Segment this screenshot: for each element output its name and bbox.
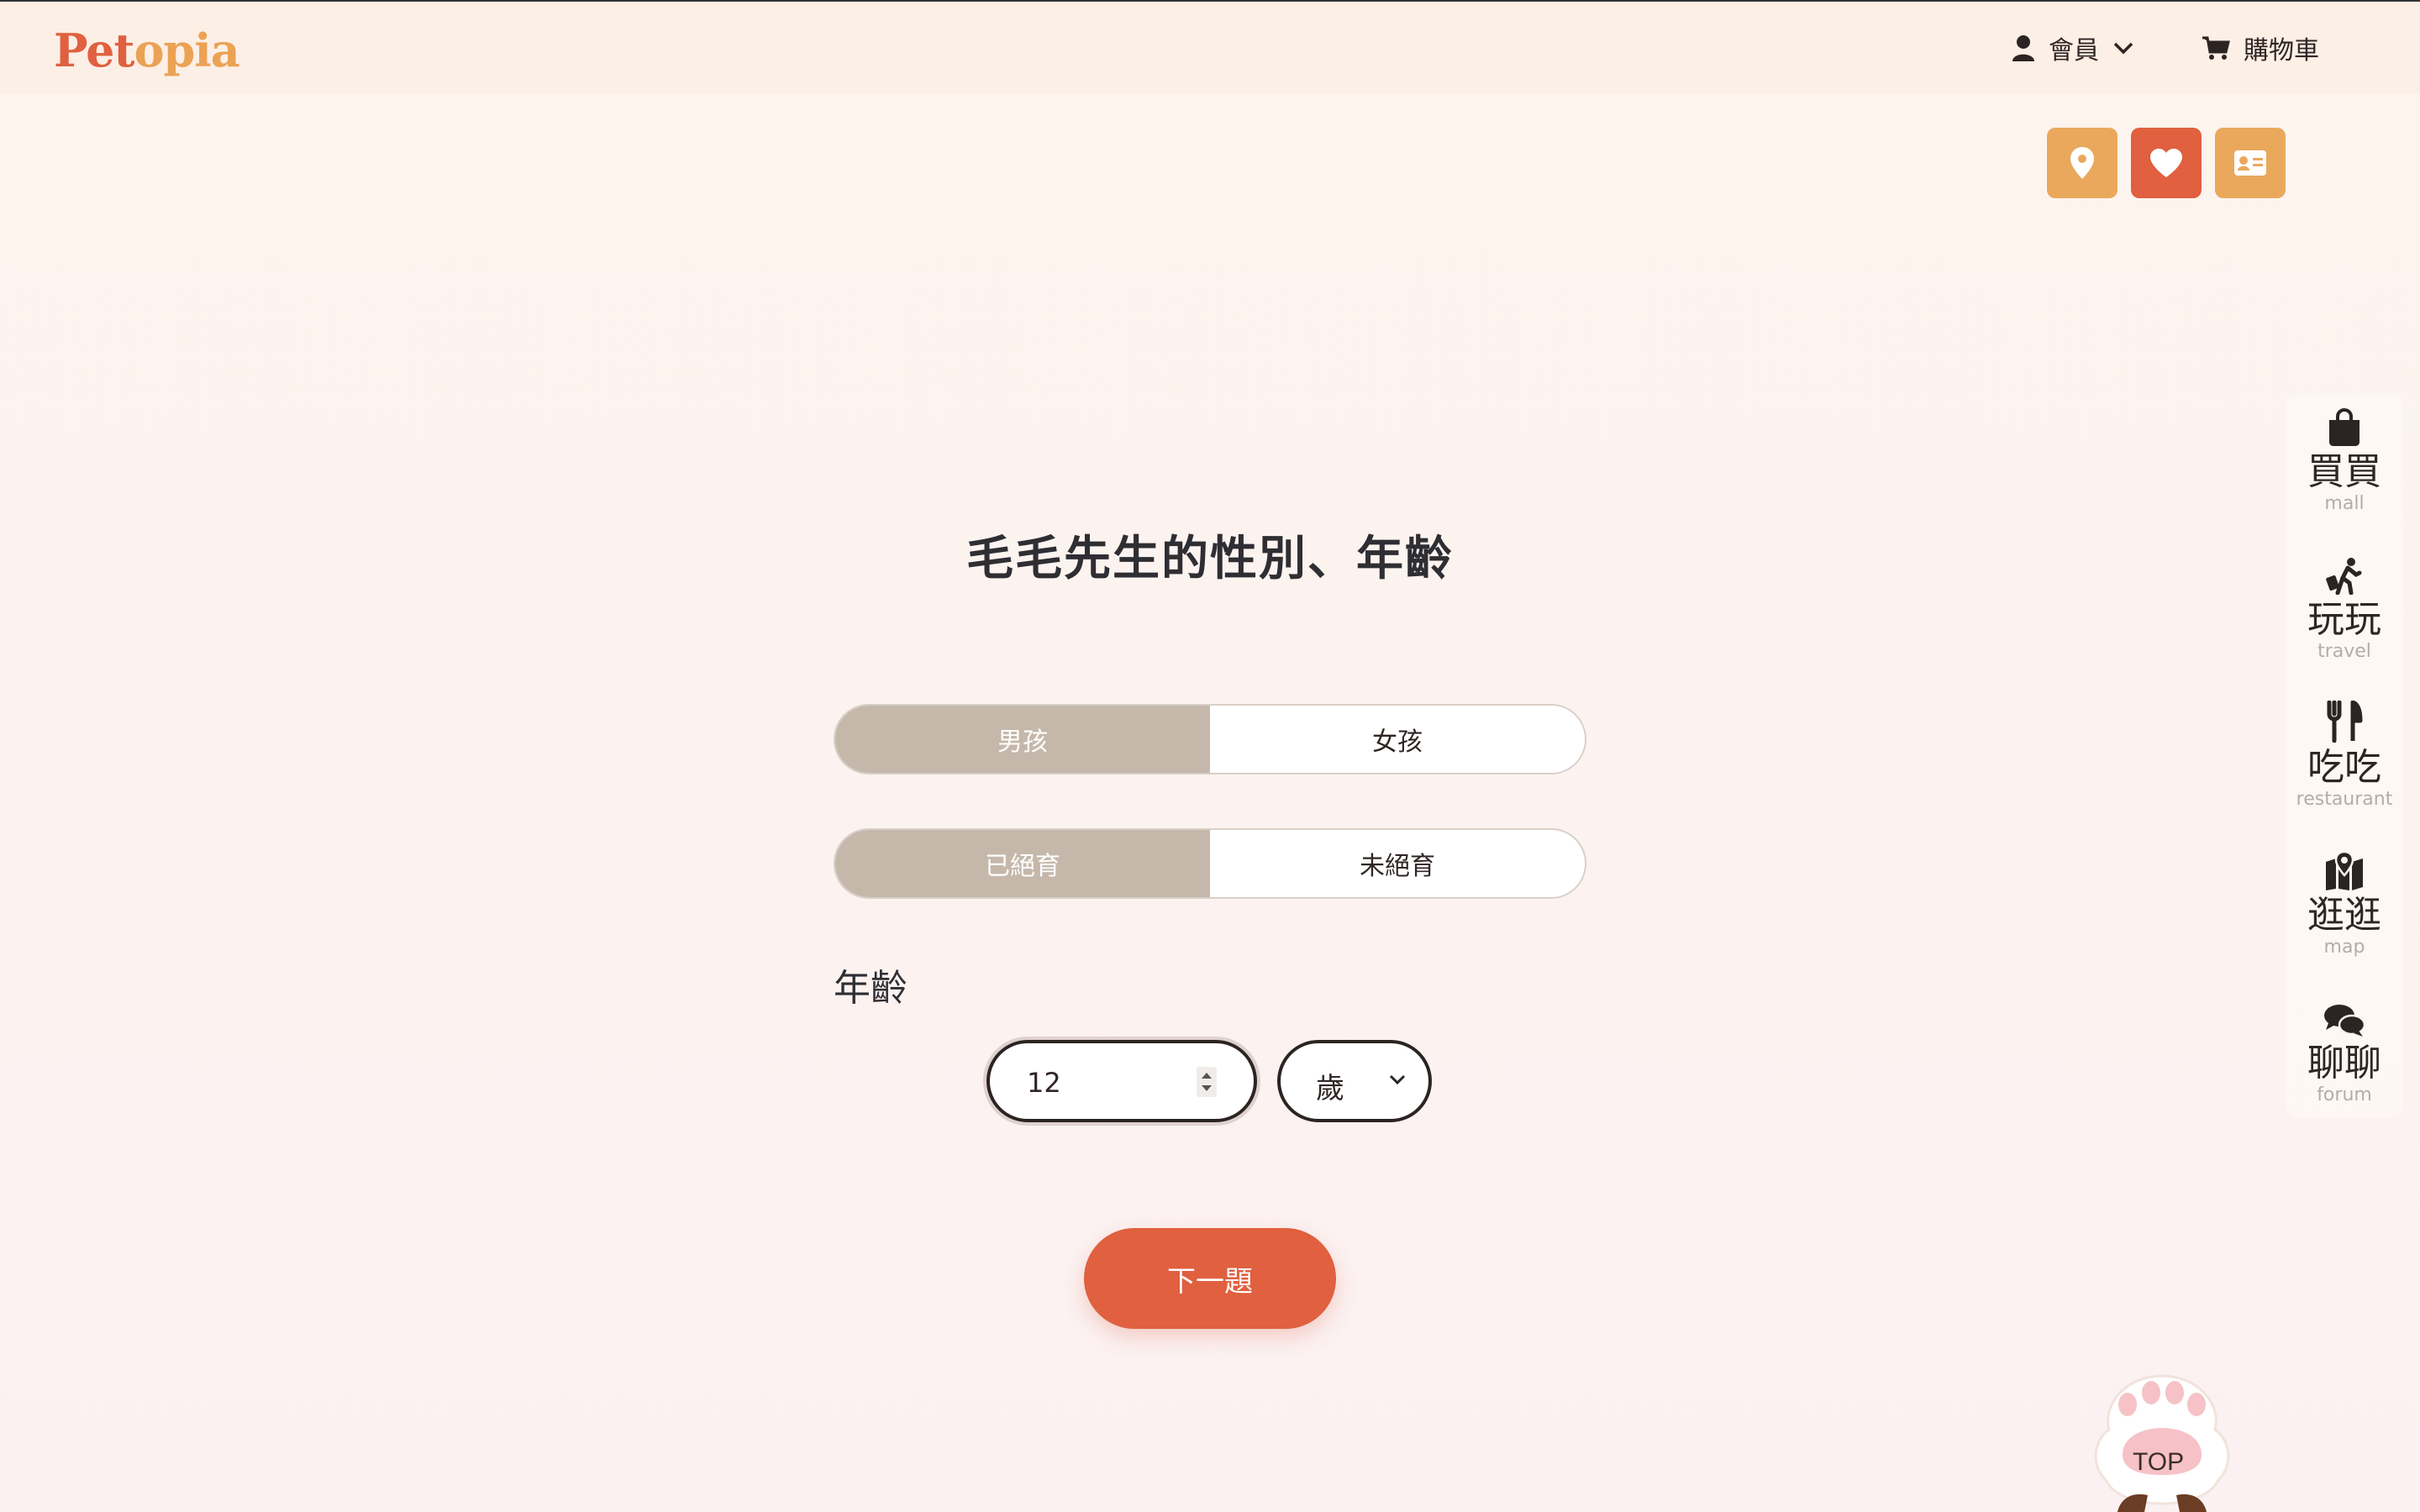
member-menu[interactable]: 會員 bbox=[2012, 29, 2134, 67]
page-title: 毛毛先生的性別、年齡 bbox=[966, 532, 1454, 586]
age-number-input[interactable]: 12 bbox=[986, 1040, 1257, 1122]
profile-card-button[interactable] bbox=[2215, 128, 2286, 198]
age-value: 12 bbox=[1027, 1067, 1061, 1099]
gender-option-boy[interactable]: 男孩 bbox=[835, 706, 1210, 773]
chevron-down-icon bbox=[2113, 42, 2133, 55]
chevron-down-icon bbox=[1389, 1074, 1406, 1085]
sidebar-item-sublabel: mall bbox=[2324, 493, 2365, 514]
sidebar-item-label: 玩玩 bbox=[2307, 598, 2381, 641]
side-navigation: 買買 mall 玩玩 travel 吃吃 restaurant 逛逛 map 聊… bbox=[2286, 395, 2403, 1117]
back-to-top-button[interactable]: TOP bbox=[2084, 1371, 2240, 1512]
paw-icon bbox=[2094, 1374, 2230, 1512]
sidebar-item-restaurant[interactable]: 吃吃 restaurant bbox=[2286, 699, 2403, 825]
sidebar-item-sublabel: travel bbox=[2317, 641, 2371, 662]
logo-text-opia: opia bbox=[134, 24, 239, 77]
sidebar-item-label: 吃吃 bbox=[2307, 746, 2381, 789]
age-unit-value: 歲 bbox=[1316, 1072, 1344, 1105]
sidebar-item-travel[interactable]: 玩玩 travel bbox=[2286, 551, 2403, 677]
location-button[interactable] bbox=[2047, 128, 2118, 198]
sidebar-item-forum[interactable]: 聊聊 forum bbox=[2286, 995, 2403, 1121]
sidebar-item-label: 逛逛 bbox=[2307, 894, 2381, 937]
logo[interactable]: Petopia bbox=[54, 24, 240, 77]
sidebar-item-sublabel: forum bbox=[2317, 1084, 2372, 1105]
header: Petopia 會員 購物車 bbox=[0, 2, 2420, 94]
next-question-button[interactable]: 下一題 bbox=[1084, 1228, 1336, 1329]
age-unit-select[interactable]: 歲 bbox=[1277, 1040, 1432, 1122]
age-label: 年齡 bbox=[834, 967, 908, 1010]
sidebar-item-label: 買買 bbox=[2307, 450, 2381, 493]
neuter-option-neutered[interactable]: 已絕育 bbox=[835, 830, 1210, 897]
member-label: 會員 bbox=[2049, 36, 2099, 66]
travel-icon bbox=[2326, 558, 2362, 595]
neuter-toggle: 已絕育 未絕育 bbox=[834, 828, 1586, 899]
neuter-option-not-neutered[interactable]: 未絕育 bbox=[1210, 830, 1585, 897]
favorites-button[interactable] bbox=[2131, 128, 2202, 198]
gender-toggle: 男孩 女孩 bbox=[834, 704, 1586, 774]
shopping-bag-icon bbox=[2329, 408, 2360, 446]
user-icon bbox=[2012, 35, 2034, 61]
id-card-icon bbox=[2234, 150, 2266, 176]
utensils-icon bbox=[2327, 701, 2363, 743]
top-label: TOP bbox=[2133, 1448, 2185, 1476]
location-icon bbox=[2070, 147, 2094, 179]
heart-icon bbox=[2150, 149, 2182, 177]
gender-option-girl[interactable]: 女孩 bbox=[1210, 706, 1585, 773]
sidebar-item-map[interactable]: 逛逛 map bbox=[2286, 847, 2403, 973]
chat-icon bbox=[2324, 1005, 2365, 1037]
logo-text-pet: Pet bbox=[54, 24, 134, 77]
map-icon bbox=[2326, 852, 2363, 890]
cart-icon bbox=[2202, 36, 2230, 60]
sidebar-item-mall[interactable]: 買買 mall bbox=[2286, 403, 2403, 529]
cart-link[interactable]: 購物車 bbox=[2202, 29, 2319, 67]
cart-label: 購物車 bbox=[2244, 36, 2319, 66]
sidebar-item-sublabel: restaurant bbox=[2296, 789, 2393, 810]
spinner-icon[interactable] bbox=[1197, 1067, 1217, 1097]
sidebar-item-label: 聊聊 bbox=[2307, 1042, 2381, 1084]
sidebar-item-sublabel: map bbox=[2323, 937, 2365, 958]
